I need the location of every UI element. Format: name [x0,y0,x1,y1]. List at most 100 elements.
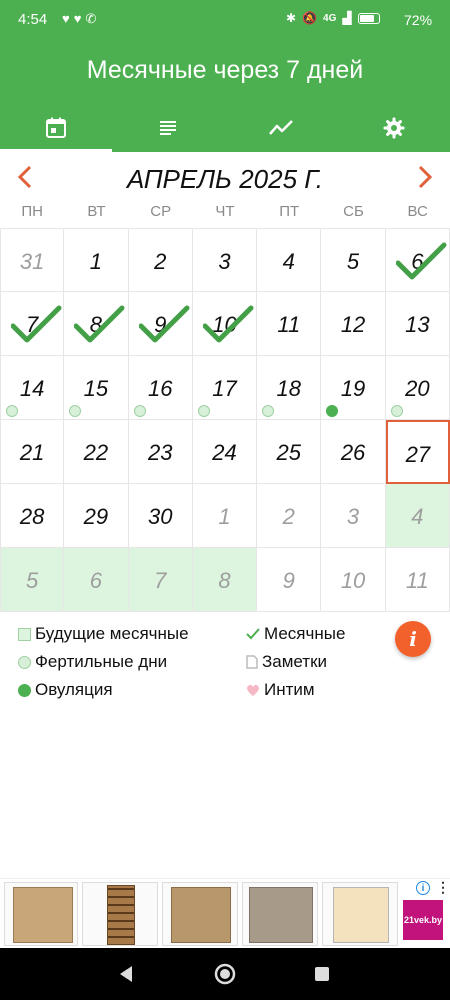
day-number: 3 [218,249,231,274]
gear-icon [383,117,405,139]
tab-settings[interactable] [338,104,450,152]
next-month-button[interactable] [410,163,438,191]
calendar-day[interactable]: 3 [192,228,258,292]
calendar-day[interactable]: 11 [385,548,450,612]
calendar-day[interactable]: 4 [385,484,450,548]
info-button[interactable]: i [395,621,431,657]
legend-periods-label: Месячные [264,624,346,643]
tab-list[interactable] [112,104,224,152]
calendar-day[interactable]: 8 [64,292,129,356]
ad-product-image[interactable] [82,882,158,946]
calendar-day[interactable]: 7 [0,292,65,356]
calendar-day[interactable]: 12 [321,292,386,356]
ad-product-image[interactable] [4,882,78,946]
ad-banner[interactable]: i ⋮ 21vek.by [0,878,450,948]
day-number: 10 [212,312,237,337]
calendar-day[interactable]: 23 [128,420,193,484]
day-number: 2 [282,504,295,529]
circle-icon [18,655,31,669]
calendar-day[interactable]: 16 [128,356,193,420]
home-button[interactable] [213,962,237,986]
ad-product-image[interactable] [162,882,238,946]
calendar-day[interactable]: 11 [257,292,322,356]
calendar-day[interactable]: 25 [257,420,322,484]
day-number: 27 [405,442,431,467]
battery-percent: 72% [404,12,433,28]
ad-info-icon[interactable]: i [416,881,430,895]
day-number: 7 [26,312,39,337]
calendar-day[interactable]: 9 [257,548,322,612]
white-cabinet-image [333,887,389,943]
calendar-icon [46,117,66,138]
day-number: 17 [212,376,237,401]
legend-future-periods-label: Будущие месячные [35,624,189,643]
calendar-day[interactable]: 10 [192,292,258,356]
signal-icon: ▟ [342,11,352,25]
calendar-day[interactable]: 8 [192,548,258,612]
day-number: 12 [340,312,366,337]
app-title: Месячные через 7 дней [86,56,364,84]
legend-ovulation-label: Овуляция [35,680,113,699]
fertile-dot-icon [262,405,275,417]
calendar-day[interactable]: 17 [192,356,258,420]
calendar-day[interactable]: 21 [0,420,65,484]
ad-brand-logo[interactable]: 21vek.by [403,900,443,940]
ad-product-image[interactable] [242,882,318,946]
calendar-day[interactable]: 19 [321,356,386,420]
calendar-day[interactable]: 2 [128,228,193,292]
day-number: 23 [147,440,173,465]
system-nav-bar [0,948,450,1000]
corner-cabinet-image [171,887,231,943]
calendar-day[interactable]: 31 [0,228,65,292]
day-number: 7 [154,568,167,593]
heart-icon [247,684,259,696]
calendar-day[interactable]: 24 [192,420,258,484]
calendar-day[interactable]: 6 [385,228,450,292]
day-number: 3 [346,504,360,529]
calendar-day[interactable]: 5 [321,228,386,292]
calendar-day[interactable]: 1 [192,484,258,548]
calendar-day[interactable]: 30 [128,484,193,548]
day-number: 31 [19,249,45,274]
calendar-day[interactable]: 3 [321,484,386,548]
tab-chart[interactable] [225,104,337,152]
calendar-day[interactable]: 26 [321,420,386,484]
calendar-day[interactable]: 14 [0,356,65,420]
day-number: 10 [340,568,366,593]
day-number: 4 [411,504,424,529]
ad-product-image[interactable] [322,882,398,946]
month-title: АПРЕЛЬ 2025 Г. [126,164,324,194]
calendar-day[interactable]: 13 [385,292,450,356]
calendar-day[interactable]: 7 [128,548,193,612]
calendar-day[interactable]: 6 [64,548,129,612]
recents-button[interactable] [310,962,334,986]
back-button[interactable] [114,962,138,986]
day-number: 30 [147,504,173,529]
legend-periods: Месячные [246,620,345,648]
day-number: 26 [340,440,366,465]
calendar-day[interactable]: 5 [0,548,65,612]
calendar-day[interactable]: 20 [385,356,450,420]
calendar-day[interactable]: 22 [64,420,129,484]
calendar-day[interactable]: 28 [0,484,65,548]
cabinet-image [13,887,73,943]
legend-intimacy-label: Интим [264,680,315,699]
calendar-day[interactable]: 4 [257,228,322,292]
calendar-day[interactable]: 1 [64,228,129,292]
ad-more-icon[interactable]: ⋮ [436,879,450,896]
day-number: 2 [154,249,167,274]
calendar-day[interactable]: 15 [64,356,129,420]
tab-indicator [0,149,112,152]
fertile-dot-icon [69,405,82,417]
calendar-day[interactable]: 2 [257,484,322,548]
day-number: 5 [26,568,39,593]
tab-calendar[interactable] [0,104,112,152]
calendar-day[interactable]: 18 [257,356,322,420]
day-number: 11 [405,568,429,593]
calendar-day[interactable]: 9 [128,292,193,356]
calendar-day[interactable]: 10 [321,548,386,612]
legend-intimacy: Интим [246,676,315,704]
wall-cabinet-image [249,887,313,943]
calendar-day-today[interactable]: 27 [385,420,450,484]
calendar-day[interactable]: 29 [64,484,129,548]
